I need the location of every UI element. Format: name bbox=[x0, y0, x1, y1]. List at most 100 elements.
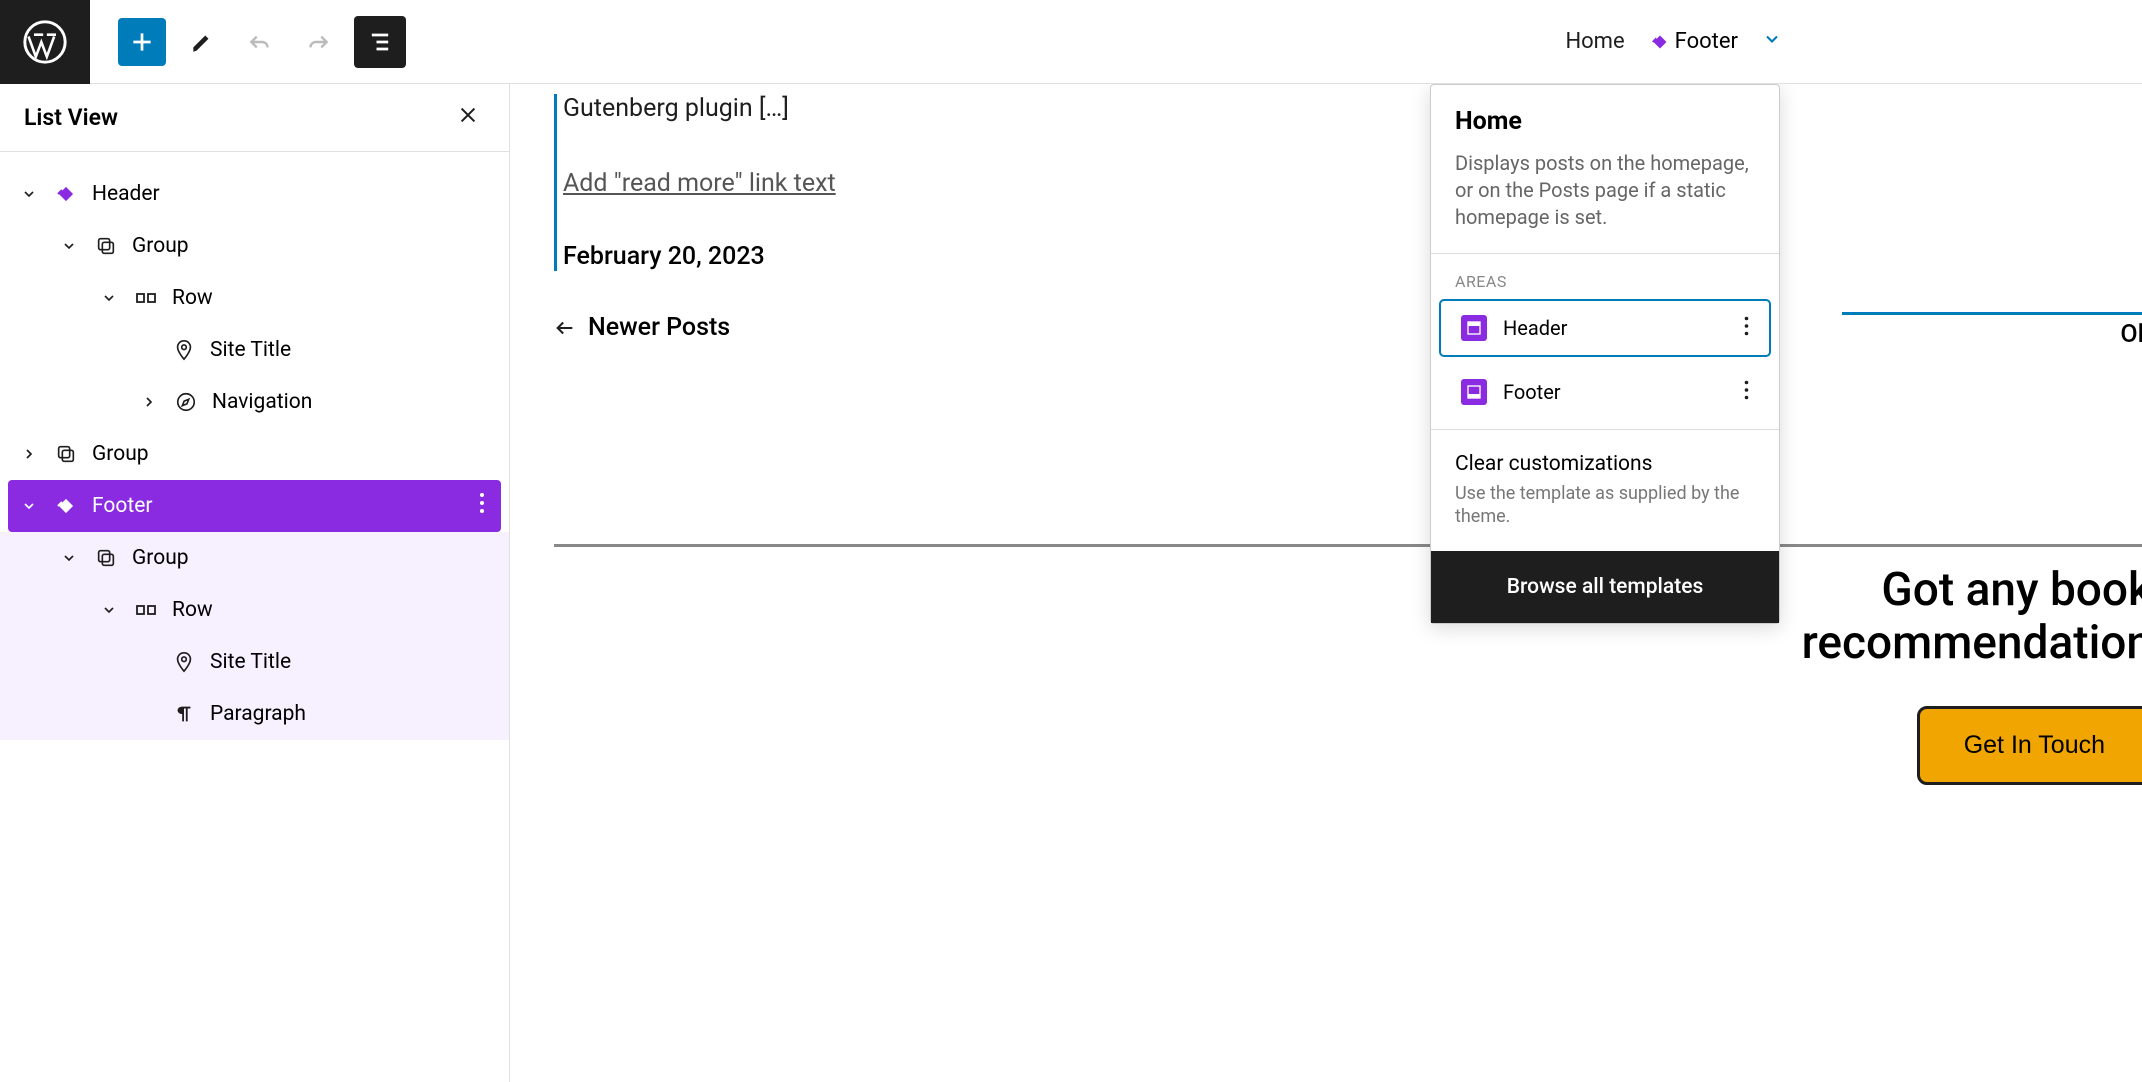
tree-item-footer[interactable]: Footer bbox=[8, 480, 501, 532]
tree-item-group[interactable]: Group bbox=[0, 220, 509, 272]
chevron-down-icon[interactable] bbox=[58, 238, 80, 254]
paragraph-icon bbox=[170, 700, 198, 728]
chevron-down-icon[interactable] bbox=[18, 498, 40, 514]
popover-title: Home bbox=[1455, 107, 1755, 136]
main-layout: List View Header Group Row bbox=[0, 84, 2142, 1082]
group-icon bbox=[92, 232, 120, 260]
header-layout-icon bbox=[1461, 315, 1487, 341]
area-item-label: Footer bbox=[1503, 380, 1561, 404]
breadcrumb-current[interactable]: Footer bbox=[1643, 27, 1744, 56]
tree-item-label: Row bbox=[172, 598, 213, 622]
wordpress-logo-icon bbox=[23, 20, 67, 64]
plus-icon bbox=[129, 29, 155, 55]
arrow-left-icon bbox=[554, 317, 576, 339]
tree-item-navigation[interactable]: Navigation bbox=[0, 376, 509, 428]
newer-posts-label: Newer Posts bbox=[588, 313, 730, 342]
template-dropdown-popover: Home Displays posts on the homepage, or … bbox=[1430, 84, 1780, 624]
more-vertical-icon bbox=[1744, 316, 1749, 336]
area-item-header[interactable]: Header bbox=[1441, 301, 1769, 355]
read-more-link-placeholder[interactable]: Add "read more" link text bbox=[563, 169, 836, 198]
sidebar-header: List View bbox=[0, 84, 509, 152]
template-part-diamond-icon bbox=[1649, 31, 1671, 53]
editor-canvas[interactable]: Gutenberg plugin […] Add "read more" lin… bbox=[510, 84, 2142, 1082]
get-in-touch-button[interactable]: Get In Touch bbox=[1917, 706, 2142, 785]
more-vertical-icon bbox=[479, 492, 485, 514]
sidebar-title: List View bbox=[24, 104, 118, 131]
tree-item-label: Header bbox=[92, 182, 160, 206]
tree-item-label: Site Title bbox=[210, 650, 291, 674]
close-list-view-button[interactable] bbox=[451, 98, 485, 138]
group-icon bbox=[52, 440, 80, 468]
tree-item-options-button[interactable] bbox=[479, 492, 485, 520]
tree-item-label: Site Title bbox=[210, 338, 291, 362]
tree-item-row[interactable]: Row bbox=[0, 584, 509, 636]
post-title: Gutenberg plugin […] bbox=[563, 94, 914, 123]
area-item-options-button[interactable] bbox=[1744, 316, 1749, 341]
tree-item-site-title[interactable]: Site Title bbox=[0, 324, 509, 376]
selection-outline bbox=[1842, 312, 2142, 315]
add-block-button[interactable] bbox=[118, 18, 166, 66]
more-vertical-icon bbox=[1744, 380, 1749, 400]
pencil-icon bbox=[189, 29, 215, 55]
row-icon bbox=[132, 596, 160, 624]
area-item-footer[interactable]: Footer bbox=[1441, 365, 1769, 419]
area-item-label: Header bbox=[1503, 316, 1567, 340]
close-icon bbox=[457, 104, 479, 126]
template-part-diamond-icon bbox=[52, 180, 80, 208]
footer-cta-block[interactable]: Got any book recommendation Get In Touch bbox=[1752, 564, 2142, 785]
wordpress-logo-button[interactable] bbox=[0, 0, 90, 84]
clear-title: Clear customizations bbox=[1455, 452, 1755, 476]
block-tree: Header Group Row Site Title Navigation bbox=[0, 152, 509, 740]
chevron-right-icon[interactable] bbox=[18, 446, 40, 462]
tree-item-group[interactable]: Group bbox=[0, 532, 509, 584]
tree-item-paragraph[interactable]: Paragraph bbox=[0, 688, 509, 740]
clear-description: Use the template as supplied by the them… bbox=[1455, 482, 1755, 529]
chevron-down-icon[interactable] bbox=[98, 602, 120, 618]
chevron-down-icon[interactable] bbox=[98, 290, 120, 306]
tree-item-label: Group bbox=[132, 234, 189, 258]
tree-item-label: Group bbox=[92, 442, 149, 466]
footer-layout-icon bbox=[1461, 379, 1487, 405]
chevron-down-icon[interactable] bbox=[18, 186, 40, 202]
template-part-diamond-icon bbox=[52, 492, 80, 520]
tree-item-label: Footer bbox=[92, 494, 152, 518]
tree-item-site-title[interactable]: Site Title bbox=[0, 636, 509, 688]
tree-item-label: Navigation bbox=[212, 390, 312, 414]
browse-all-templates-button[interactable]: Browse all templates bbox=[1431, 551, 1779, 623]
list-view-icon bbox=[366, 28, 394, 56]
undo-button[interactable] bbox=[238, 20, 282, 64]
cutoff-text: Ol bbox=[2120, 320, 2142, 349]
undo-icon bbox=[247, 29, 273, 55]
tree-item-group[interactable]: Group bbox=[0, 428, 509, 480]
post-date: February 20, 2023 bbox=[563, 242, 914, 271]
tree-item-label: Paragraph bbox=[210, 702, 306, 726]
breadcrumb-current-label: Footer bbox=[1675, 29, 1738, 54]
document-breadcrumb: Home Footer bbox=[1565, 27, 1782, 56]
list-view-toggle-button[interactable] bbox=[354, 16, 406, 68]
breadcrumb-dropdown-toggle[interactable] bbox=[1762, 29, 1782, 55]
popover-description: Displays posts on the homepage, or on th… bbox=[1455, 150, 1755, 231]
edit-tool-button[interactable] bbox=[180, 20, 224, 64]
footer-heading: Got any book recommendation bbox=[1752, 564, 2142, 670]
top-toolbar: Home Footer bbox=[0, 0, 2142, 84]
tree-item-header[interactable]: Header bbox=[0, 168, 509, 220]
chevron-down-icon bbox=[1762, 29, 1782, 49]
separator-block[interactable] bbox=[554, 544, 2142, 547]
breadcrumb-home[interactable]: Home bbox=[1565, 29, 1624, 54]
navigation-compass-icon bbox=[172, 388, 200, 416]
chevron-down-icon[interactable] bbox=[58, 550, 80, 566]
site-title-pin-icon bbox=[170, 648, 198, 676]
post-excerpt-block[interactable]: Gutenberg plugin […] Add "read more" lin… bbox=[554, 94, 914, 271]
area-item-options-button[interactable] bbox=[1744, 380, 1749, 405]
clear-customizations-button[interactable]: Clear customizations Use the template as… bbox=[1431, 430, 1779, 551]
redo-button[interactable] bbox=[296, 20, 340, 64]
redo-icon bbox=[305, 29, 331, 55]
tree-item-row[interactable]: Row bbox=[0, 272, 509, 324]
popover-areas-label: Areas bbox=[1431, 254, 1779, 301]
chevron-right-icon[interactable] bbox=[138, 394, 160, 410]
tree-item-label: Group bbox=[132, 546, 189, 570]
newer-posts-link[interactable]: Newer Posts bbox=[554, 313, 2142, 342]
row-icon bbox=[132, 284, 160, 312]
toolbar-left-group bbox=[118, 16, 406, 68]
popover-description-section: Home Displays posts on the homepage, or … bbox=[1431, 85, 1779, 253]
